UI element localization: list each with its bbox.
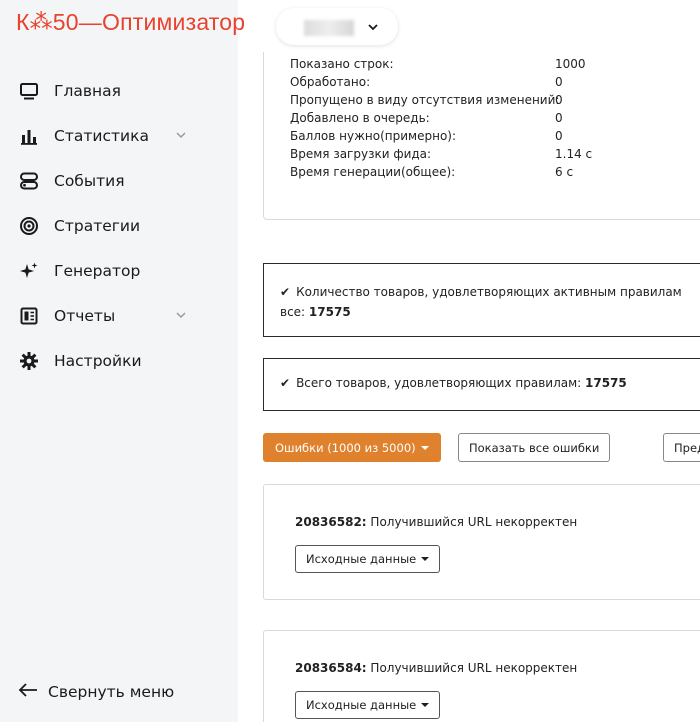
errors-dropdown-button[interactable]: Ошибки (1000 из 5000) [263, 433, 441, 462]
app-logo[interactable]: К⁂50—Оптимизатор [16, 9, 245, 36]
target-icon [18, 215, 40, 237]
blurred-project-name [304, 20, 354, 36]
error-card: 20836584: Получившийся URL некорректен И… [263, 630, 700, 722]
stat-value: 1.14 с [555, 147, 593, 161]
alert-count: 17575 [308, 305, 351, 319]
sidebar: К⁂50—Оптимизатор Главная Статистика Собы… [0, 0, 245, 722]
sidebar-item-statistics[interactable]: Статистика [0, 113, 238, 158]
error-message: Получившийся URL некорректен [366, 661, 578, 675]
show-all-errors-label: Показать все ошибки [469, 440, 600, 455]
source-data-dropdown[interactable]: Исходные данные [295, 691, 441, 719]
sidebar-item-settings[interactable]: Настройки [0, 338, 238, 383]
chevron-down-icon [366, 19, 380, 33]
stat-label: Время загрузки фида: [290, 147, 432, 161]
error-title: 20836582: Получившийся URL некорректен [295, 515, 577, 529]
stat-value: 0 [555, 93, 563, 107]
stat-label: Баллов нужно(примерно): [290, 129, 457, 143]
toggle-icon [18, 170, 40, 192]
active-rules-alert: ✔ Количество товаров, удовлетворяющих акт… [263, 263, 700, 337]
sidebar-item-label: Настройки [54, 351, 142, 370]
stat-value: 1000 [555, 57, 586, 71]
bar-chart-icon [18, 125, 40, 147]
main-content: Показано строк: 1000 Обработано: 0 Пропу… [238, 52, 700, 722]
report-icon [18, 305, 40, 327]
sidebar-item-label: Статистика [54, 126, 149, 145]
sidebar-nav: Главная Статистика События Стратегии Ген… [0, 68, 238, 383]
sidebar-item-label: Отчеты [54, 306, 116, 325]
stat-value: 0 [555, 129, 563, 143]
error-message: Получившийся URL некорректен [366, 515, 578, 529]
caret-down-icon [421, 703, 430, 707]
collapse-menu-label: Свернуть меню [48, 682, 175, 701]
caret-down-icon [420, 445, 429, 450]
error-id: 20836584: [295, 661, 367, 675]
sidebar-item-home[interactable]: Главная [0, 68, 238, 113]
check-icon: ✔ [280, 376, 291, 390]
sidebar-item-label: Генератор [54, 261, 141, 280]
feed-stats-panel: Показано строк: 1000 Обработано: 0 Пропу… [263, 52, 700, 220]
sidebar-item-label: Главная [54, 81, 121, 100]
arrow-left-icon [18, 682, 38, 701]
check-icon: ✔ [280, 285, 291, 299]
stat-value: 0 [555, 75, 563, 89]
source-data-label: Исходные данные [306, 552, 417, 566]
alert-all-prefix: все: [280, 305, 309, 319]
stat-value: 0 [555, 111, 563, 125]
sidebar-item-events[interactable]: События [0, 158, 238, 203]
error-id: 20836582: [295, 515, 367, 529]
stat-label: Пропущено в виду отсутствия изменений: [290, 93, 560, 107]
stat-value: 6 с [555, 165, 574, 179]
stat-label: Обработано: [290, 75, 371, 89]
error-card: 20836582: Получившийся URL некорректен И… [263, 484, 700, 600]
sidebar-item-strategies[interactable]: Стратегии [0, 203, 238, 248]
stat-label: Добавлено в очередь: [290, 111, 430, 125]
error-title: 20836584: Получившийся URL некорректен [295, 661, 577, 675]
stat-label: Показано строк: [290, 57, 394, 71]
sidebar-item-label: Стратегии [54, 216, 141, 235]
sidebar-item-generator[interactable]: Генератор [0, 248, 238, 293]
chevron-down-icon[interactable] [174, 128, 188, 142]
gear-icon [18, 350, 40, 372]
caret-down-icon [421, 557, 430, 561]
alert-text: Всего товаров, удовлетворяющих правилам: [296, 376, 585, 390]
stat-label: Время генерации(общее): [290, 165, 456, 179]
alert-count: 17575 [585, 376, 627, 390]
show-all-errors-button[interactable]: Показать все ошибки [458, 433, 611, 462]
monitor-icon [18, 80, 40, 102]
prev-button-label: Пред [674, 440, 700, 455]
sidebar-item-label: События [54, 171, 125, 190]
prev-button[interactable]: Пред [663, 433, 700, 462]
chevron-down-icon[interactable] [174, 308, 188, 322]
sparkles-icon [18, 260, 40, 282]
sidebar-item-reports[interactable]: Отчеты [0, 293, 238, 338]
errors-dropdown-label: Ошибки (1000 из 5000) [275, 440, 416, 455]
total-rules-alert: ✔ Всего товаров, удовлетворяющих правилам… [263, 358, 700, 411]
source-data-dropdown[interactable]: Исходные данные [295, 545, 441, 573]
source-data-label: Исходные данные [306, 698, 417, 712]
project-selector[interactable] [276, 8, 398, 45]
alert-text: Количество товаров, удовлетворяющих акти… [296, 285, 682, 299]
collapse-menu-button[interactable]: Свернуть меню [18, 682, 174, 701]
